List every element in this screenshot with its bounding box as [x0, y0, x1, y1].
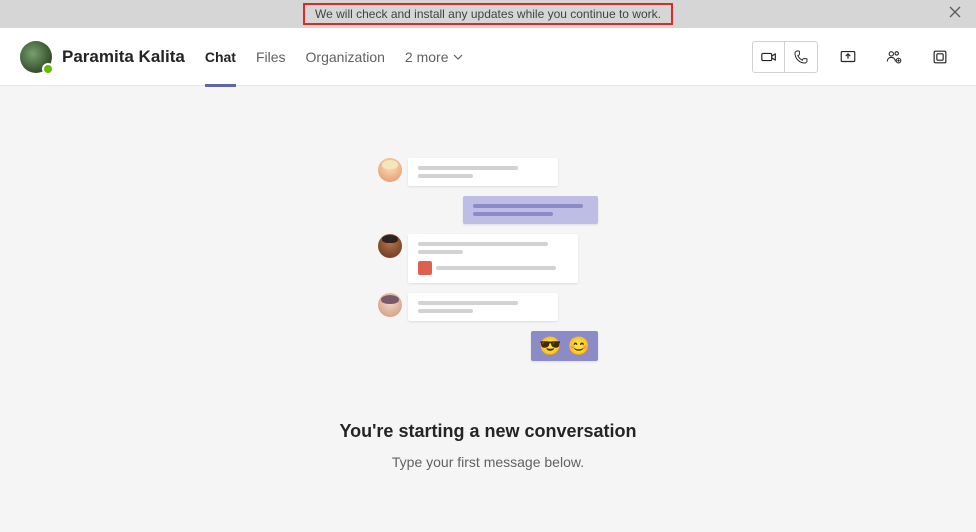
- call-action-group: [752, 41, 818, 73]
- smile-emoji: 😊: [568, 337, 590, 355]
- tab-more-dropdown[interactable]: 2 more: [405, 49, 463, 65]
- chat-header: Paramita Kalita Chat Files Organization …: [0, 28, 976, 86]
- popout-button[interactable]: [924, 42, 956, 72]
- tab-organization[interactable]: Organization: [306, 28, 385, 86]
- share-screen-button[interactable]: [832, 42, 864, 72]
- tab-bar: Chat Files Organization 2 more: [205, 28, 463, 86]
- conversation-illustration: 😎 😊: [378, 158, 598, 371]
- audio-call-button[interactable]: [785, 42, 817, 72]
- update-message: We will check and install any updates wh…: [315, 7, 661, 21]
- empty-state-headline: You're starting a new conversation: [339, 421, 636, 442]
- update-notification-bar: We will check and install any updates wh…: [0, 0, 976, 28]
- video-call-button[interactable]: [753, 42, 785, 72]
- share-screen-icon: [839, 48, 857, 66]
- contact-avatar[interactable]: [20, 41, 52, 73]
- tab-files[interactable]: Files: [256, 28, 286, 86]
- phone-icon: [793, 49, 809, 65]
- empty-state-subline: Type your first message below.: [392, 454, 584, 470]
- update-message-highlight: We will check and install any updates wh…: [303, 3, 673, 25]
- chevron-down-icon: [453, 52, 463, 62]
- tab-chat[interactable]: Chat: [205, 28, 236, 86]
- contact-name: Paramita Kalita: [62, 47, 185, 67]
- people-add-icon: [885, 48, 903, 66]
- popout-icon: [931, 48, 949, 66]
- header-actions: [752, 41, 956, 73]
- empty-state: 😎 😊 You're starting a new conversation T…: [0, 86, 976, 470]
- add-people-button[interactable]: [878, 42, 910, 72]
- video-icon: [760, 48, 778, 66]
- presence-available-icon: [42, 63, 54, 75]
- sunglasses-emoji: 😎: [539, 337, 561, 355]
- close-icon[interactable]: [948, 5, 962, 22]
